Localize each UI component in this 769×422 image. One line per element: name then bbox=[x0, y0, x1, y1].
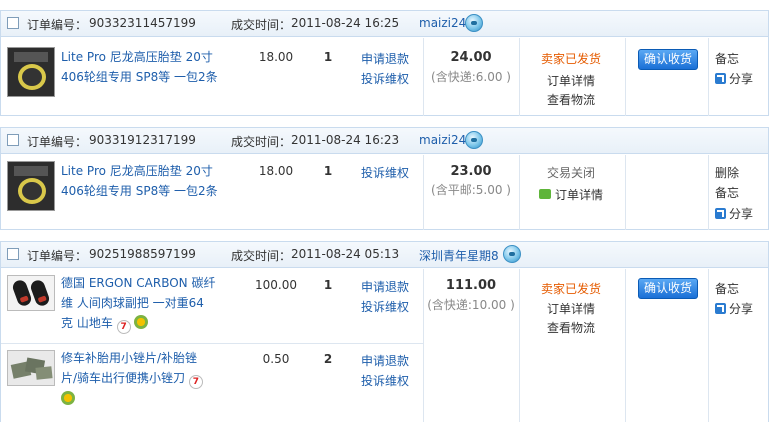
share-link[interactable]: 分享 bbox=[715, 300, 753, 317]
share-link[interactable]: 分享 bbox=[715, 205, 753, 222]
order-card: 订单编号： 90332311457199 成交时间： 2011-08-24 16… bbox=[0, 10, 769, 116]
deal-time-label: 成交时间： bbox=[231, 249, 292, 263]
view-logistics-link[interactable]: 查看物流 bbox=[519, 91, 623, 108]
seller-name[interactable]: maizi24 bbox=[419, 16, 466, 30]
shipping-fee: (含快递:6.00 ) bbox=[431, 70, 511, 84]
message-icon bbox=[538, 189, 551, 199]
product-title[interactable]: Lite Pro 尼龙高压胎垫 20寸 406轮组专用 SP8等 一包2条 bbox=[61, 47, 218, 87]
deal-time-label: 成交时间： bbox=[231, 18, 292, 32]
order-header: 订单编号： 90332311457199 成交时间： 2011-08-24 16… bbox=[1, 11, 768, 37]
seller-name[interactable]: 深圳青年星期8 bbox=[419, 247, 499, 264]
shipping-fee: (含快递:10.00 ) bbox=[427, 298, 515, 312]
unit-price: 100.00 bbox=[255, 278, 297, 292]
product-thumbnail[interactable] bbox=[7, 275, 55, 311]
complain-link[interactable]: 投诉维权 bbox=[361, 372, 409, 389]
order-status: 卖家已发货 bbox=[540, 282, 601, 296]
apply-refund-link[interactable]: 申请退款 bbox=[361, 352, 409, 369]
seller-name[interactable]: maizi24 bbox=[419, 133, 466, 147]
memo-link[interactable]: 备忘 bbox=[715, 184, 739, 201]
share-icon bbox=[715, 73, 726, 84]
complain-link[interactable]: 投诉维权 bbox=[361, 164, 409, 181]
order-card: 订单编号： 90251988597199 成交时间： 2011-08-24 05… bbox=[0, 241, 769, 422]
quantity: 1 bbox=[323, 164, 333, 178]
quantity: 1 bbox=[323, 50, 333, 64]
quantity: 1 bbox=[323, 278, 333, 292]
credit-flower-icon bbox=[134, 315, 149, 329]
product-thumbnail[interactable] bbox=[7, 161, 55, 211]
order-checkbox[interactable] bbox=[7, 248, 19, 260]
delete-link[interactable]: 删除 bbox=[715, 164, 739, 181]
memo-link[interactable]: 备忘 bbox=[715, 280, 739, 297]
order-no-label: 订单编号： bbox=[27, 18, 88, 32]
complain-link[interactable]: 投诉维权 bbox=[361, 70, 409, 87]
unit-price: 18.00 bbox=[258, 164, 294, 178]
order-no: 90332311457199 bbox=[89, 16, 196, 30]
wangwang-chat-icon[interactable] bbox=[503, 245, 521, 263]
order-detail-link[interactable]: 订单详情 bbox=[519, 300, 623, 317]
confirm-receipt-button[interactable]: 确认收货 bbox=[638, 278, 698, 299]
order-header: 订单编号： 90251988597199 成交时间： 2011-08-24 05… bbox=[1, 242, 768, 268]
apply-refund-link[interactable]: 申请退款 bbox=[361, 50, 409, 67]
order-no-label: 订单编号： bbox=[27, 249, 88, 263]
share-icon bbox=[715, 303, 726, 314]
product-thumbnail[interactable] bbox=[7, 350, 55, 386]
order-checkbox[interactable] bbox=[7, 17, 19, 29]
order-detail-link[interactable]: 订单详情 bbox=[519, 72, 623, 89]
deal-time: 2011-08-24 05:13 bbox=[291, 247, 400, 261]
order-card: 订单编号： 90331912317199 成交时间： 2011-08-24 16… bbox=[0, 127, 769, 230]
confirm-receipt-button[interactable]: 确认收货 bbox=[638, 49, 698, 70]
deal-time-label: 成交时间： bbox=[231, 135, 292, 149]
order-no: 90251988597199 bbox=[89, 247, 196, 261]
unit-price: 0.50 bbox=[262, 352, 290, 366]
product-thumbnail[interactable] bbox=[7, 47, 55, 97]
order-detail-link[interactable]: 订单详情 bbox=[519, 186, 623, 203]
view-logistics-link[interactable]: 查看物流 bbox=[519, 319, 623, 336]
order-total: 24.00 bbox=[450, 50, 492, 65]
quantity: 2 bbox=[323, 352, 333, 366]
unit-price: 18.00 bbox=[258, 50, 294, 64]
order-no-label: 订单编号： bbox=[27, 135, 88, 149]
wangwang-chat-icon[interactable] bbox=[465, 131, 483, 149]
share-icon bbox=[715, 208, 726, 219]
order-checkbox[interactable] bbox=[7, 134, 19, 146]
seven-day-return-icon: 7 bbox=[116, 320, 131, 334]
order-no: 90331912317199 bbox=[89, 133, 196, 147]
order-status: 卖家已发货 bbox=[540, 52, 601, 66]
shipping-fee: (含平邮:5.00 ) bbox=[431, 183, 511, 197]
order-total: 111.00 bbox=[445, 278, 497, 293]
deal-time: 2011-08-24 16:25 bbox=[291, 16, 400, 30]
product-title[interactable]: 德国 ERGON CARBON 碳纤 维 人间肉球副把 一对重64 克 山地车 … bbox=[61, 273, 215, 334]
apply-refund-link[interactable]: 申请退款 bbox=[361, 278, 409, 295]
complain-link[interactable]: 投诉维权 bbox=[361, 298, 409, 315]
order-status: 交易关闭 bbox=[546, 166, 595, 180]
product-title[interactable]: Lite Pro 尼龙高压胎垫 20寸 406轮组专用 SP8等 一包2条 bbox=[61, 161, 218, 201]
share-link[interactable]: 分享 bbox=[715, 70, 753, 87]
order-total: 23.00 bbox=[450, 164, 492, 179]
order-header: 订单编号： 90331912317199 成交时间： 2011-08-24 16… bbox=[1, 128, 768, 154]
product-title[interactable]: 修车补胎用小锉片/补胎锉 片/骑车出行便携小锉刀 7 bbox=[61, 348, 203, 409]
deal-time: 2011-08-24 16:23 bbox=[291, 133, 400, 147]
wangwang-chat-icon[interactable] bbox=[465, 14, 483, 32]
seven-day-return-icon: 7 bbox=[188, 375, 203, 389]
memo-link[interactable]: 备忘 bbox=[715, 50, 739, 67]
credit-flower-icon bbox=[61, 391, 75, 405]
